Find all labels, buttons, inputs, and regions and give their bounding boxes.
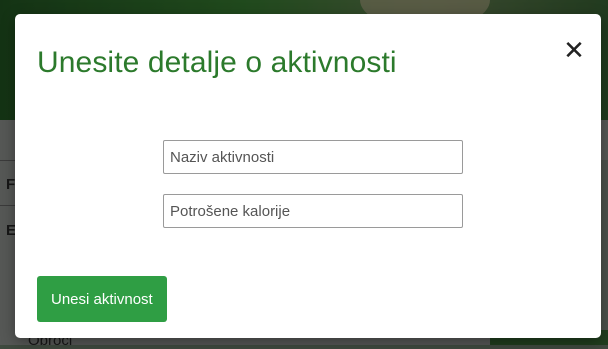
activity-name-input[interactable]	[163, 140, 463, 174]
calories-burned-input[interactable]	[163, 194, 463, 228]
activity-dialog: Unesite detalje o aktivnosti ✕ Unesi akt…	[15, 14, 601, 338]
submit-activity-button[interactable]: Unesi aktivnost	[37, 276, 167, 322]
close-icon[interactable]: ✕	[561, 38, 587, 64]
dialog-title: Unesite detalje o aktivnosti	[37, 46, 397, 79]
